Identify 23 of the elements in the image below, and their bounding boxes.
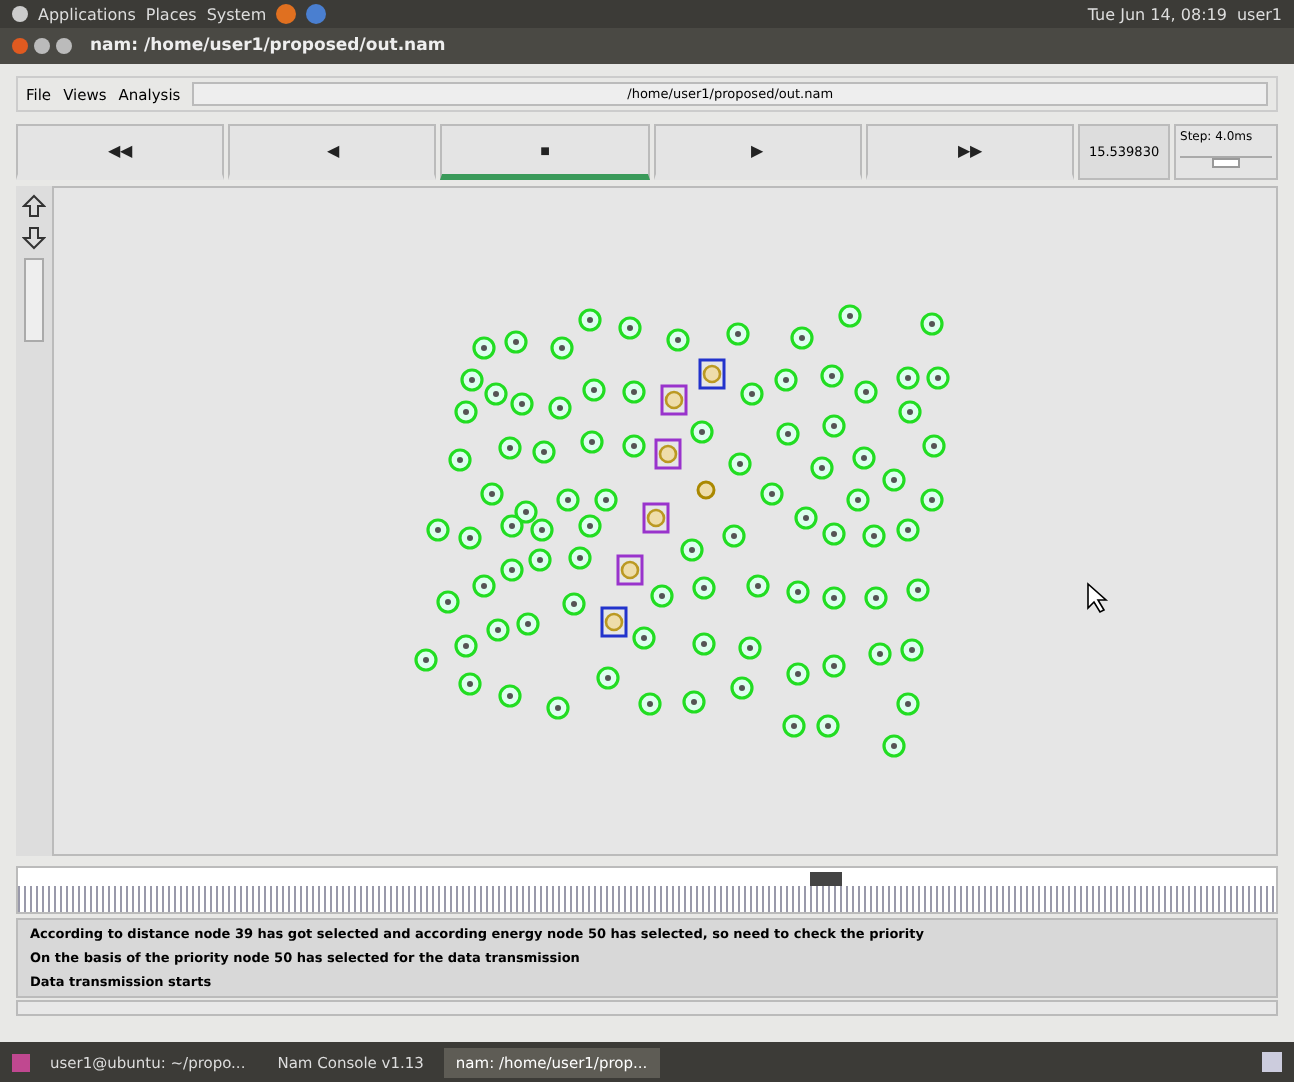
- vertical-scrollbar[interactable]: [24, 258, 44, 342]
- show-desktop-icon[interactable]: [12, 1053, 30, 1071]
- zoom-out-icon[interactable]: [22, 226, 46, 250]
- mouse-pointer-icon: [1087, 582, 1109, 614]
- close-icon[interactable]: [12, 38, 28, 54]
- panel-menu[interactable]: Places: [145, 5, 197, 23]
- timeline-slider-thumb[interactable]: [810, 872, 843, 886]
- playback-button[interactable]: ▶▶: [865, 124, 1075, 180]
- maximize-icon[interactable]: [56, 38, 72, 54]
- playback-button[interactable]: ■: [440, 124, 650, 180]
- horizontal-scrollbar[interactable]: [16, 1000, 1278, 1016]
- panel-menu[interactable]: Applications: [38, 5, 136, 23]
- step-slider-thumb[interactable]: [1212, 158, 1241, 168]
- zoom-in-icon[interactable]: [22, 194, 46, 218]
- playback-button[interactable]: ◀◀: [16, 124, 225, 180]
- minimize-icon[interactable]: [34, 38, 50, 54]
- playback-button[interactable]: ▶: [653, 124, 862, 180]
- help-icon[interactable]: [306, 4, 327, 24]
- window-title: nam: /home/user1/proposed/out.nam: [90, 36, 446, 56]
- user-name[interactable]: user1: [1236, 5, 1282, 23]
- playback-button[interactable]: ◀: [228, 124, 437, 180]
- clock[interactable]: Tue Jun 14, 08:19: [1087, 5, 1227, 23]
- panel-menu[interactable]: System: [206, 5, 267, 23]
